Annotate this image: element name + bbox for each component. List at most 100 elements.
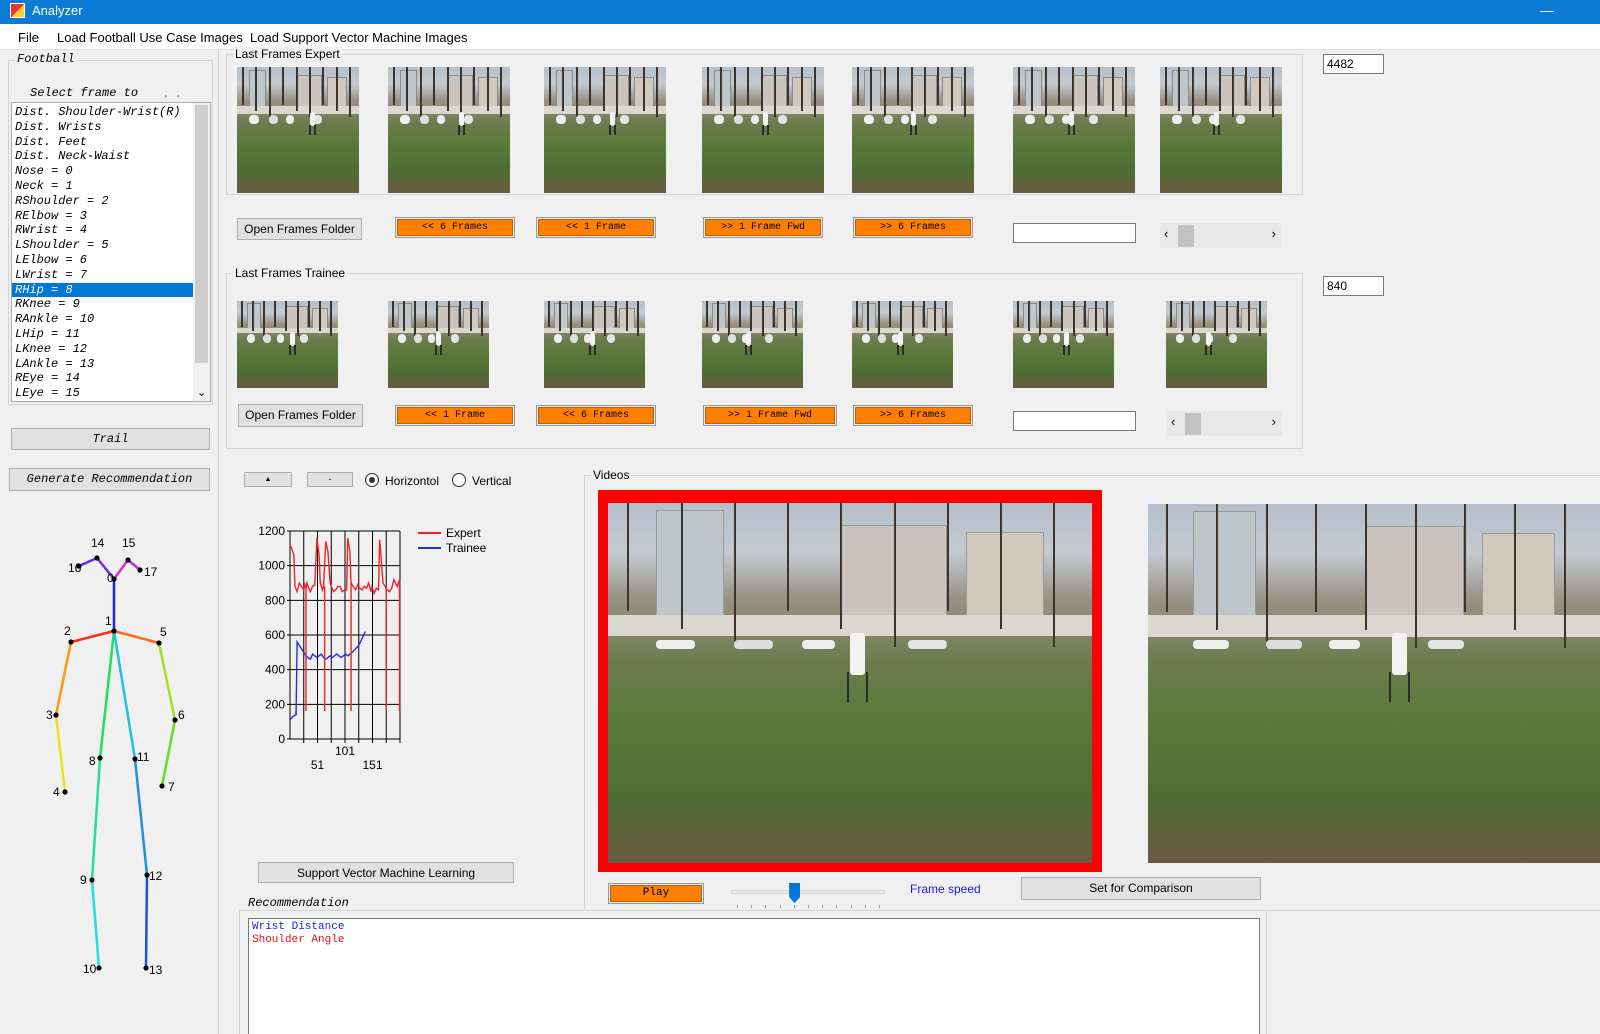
menu-load-football[interactable]: Load Football Use Case Images: [57, 30, 243, 45]
trainee-fwd-1-frame-button[interactable]: >> 1 Frame Fwd: [703, 405, 837, 426]
minimize-button[interactable]: —: [1540, 2, 1554, 18]
expert-input-field[interactable]: [1013, 223, 1136, 243]
frame-speed-slider[interactable]: [731, 879, 885, 909]
expert-frame-thumbnail-7[interactable]: [1160, 67, 1282, 193]
trainee-frame-scrollbar[interactable]: ‹ ›: [1166, 410, 1283, 437]
car: [263, 334, 272, 344]
expert-fwd-6-frames-button[interactable]: >> 6 Frames: [853, 217, 973, 238]
tree: [1071, 67, 1074, 112]
expert-frame-thumbnail-4[interactable]: [702, 67, 824, 193]
player-legs: [1068, 125, 1076, 136]
expert-frame-thumbnail-6[interactable]: [1013, 67, 1135, 193]
radio-vertical[interactable]: [452, 473, 466, 487]
frame-list-item[interactable]: LShoulder = 5: [12, 238, 210, 253]
slider-thumb[interactable]: [789, 883, 801, 903]
frame-list-item[interactable]: LEye = 15: [12, 386, 210, 401]
frame-list-item[interactable]: RHip = 8: [12, 282, 210, 298]
frame-list-item[interactable]: Nose = 0: [12, 164, 210, 179]
recommendation-textbox[interactable]: Wrist Distance Shoulder Angle: [248, 918, 1260, 1034]
trainee-back-6-frames-button[interactable]: << 6 Frames: [536, 405, 656, 426]
expert-frame-count-field[interactable]: 4482: [1323, 54, 1384, 74]
play-button[interactable]: Play: [608, 883, 704, 904]
player-legs: [435, 345, 443, 356]
tree: [870, 67, 873, 112]
frame-list-item[interactable]: LHip = 11: [12, 327, 210, 342]
set-for-comparison-button[interactable]: Set for Comparison: [1021, 877, 1261, 900]
trainee-frame-thumbnail-7[interactable]: [1166, 301, 1267, 388]
expert-back-1-frame-button[interactable]: << 1 Frame: [536, 217, 656, 238]
trainee-open-frames-folder-button[interactable]: Open Frames Folder: [238, 404, 363, 427]
trainee-frame-thumbnail-3[interactable]: [544, 301, 645, 388]
expert-back-6-frames-button[interactable]: << 6 Frames: [395, 217, 515, 238]
car: [927, 114, 938, 124]
expert-frame-thumbnail-1[interactable]: [237, 67, 359, 193]
frame-list-item[interactable]: LWrist = 7: [12, 268, 210, 283]
frame-list-item[interactable]: REye = 14: [12, 371, 210, 386]
trainee-video-frame[interactable]: [1148, 504, 1600, 863]
chart-up-button[interactable]: ▲: [244, 472, 292, 487]
trainee-frame-thumbnail-6[interactable]: [1013, 301, 1114, 388]
frame-list-item[interactable]: Dist. Neck-Waist: [12, 149, 210, 164]
trainee-frame-thumbnail-4[interactable]: [702, 301, 803, 388]
expert-fwd-1-frame-button[interactable]: >> 1 Frame Fwd: [703, 217, 823, 238]
chart-down-button[interactable]: -: [307, 472, 353, 487]
car: [606, 334, 615, 344]
expert-frame-thumbnail-5[interactable]: [852, 67, 974, 193]
svm-learning-button[interactable]: Support Vector Machine Learning: [258, 862, 514, 883]
frame-list-item[interactable]: RShoulder = 2: [12, 194, 210, 209]
frame-list-item[interactable]: RWrist = 4: [12, 223, 210, 238]
expert-scroll-thumb[interactable]: [1178, 225, 1194, 247]
menu-file[interactable]: File: [18, 30, 39, 45]
frame-list-item[interactable]: Dist. Wrists: [12, 120, 210, 135]
joint-1: [111, 628, 117, 634]
expert-frame-thumbnail-3[interactable]: [544, 67, 666, 193]
frame-list-item[interactable]: RElbow = 3: [12, 209, 210, 224]
videos-group-title: Videos: [591, 468, 632, 482]
trainee-back-1-frame-button[interactable]: << 1 Frame: [395, 405, 515, 426]
tree: [923, 67, 926, 118]
frame-list-item[interactable]: Dist. Feet: [12, 135, 210, 150]
car: [1025, 114, 1035, 124]
trainee-frame-thumbnail-1[interactable]: [237, 301, 338, 388]
car: [1328, 640, 1361, 650]
trainee-frame-count-field[interactable]: 840: [1323, 276, 1384, 296]
y-tick-label: 600: [265, 628, 285, 642]
frame-list-item[interactable]: Dist. Shoulder-Wrist(R): [12, 105, 210, 120]
expert-frame-scrollbar[interactable]: ‹ ›: [1159, 222, 1283, 249]
expert-open-frames-folder-button[interactable]: Open Frames Folder: [237, 218, 362, 240]
radio-horizontal[interactable]: [365, 473, 379, 487]
frame-list-item[interactable]: LAnkle = 13: [12, 357, 210, 372]
tree: [1514, 504, 1517, 630]
expert-video-frame[interactable]: [598, 490, 1102, 872]
trail-button[interactable]: Trail: [11, 428, 210, 450]
frame-list-item[interactable]: Neck = 1: [12, 179, 210, 194]
car: [554, 334, 563, 344]
listbox-scroll-thumb[interactable]: [195, 105, 208, 363]
menu-load-svm[interactable]: Load Support Vector Machine Images: [250, 30, 468, 45]
tree: [900, 301, 903, 332]
car: [619, 114, 630, 124]
trainee-frame-thumbnail-2[interactable]: [388, 301, 489, 388]
expert-frame-thumbnail-2[interactable]: [388, 67, 510, 193]
frame-list-item[interactable]: RKnee = 9: [12, 297, 210, 312]
trainee-frame-thumbnail-5[interactable]: [852, 301, 953, 388]
trainee-scroll-thumb[interactable]: [1185, 413, 1201, 435]
frame-list-item[interactable]: LKnee = 12: [12, 342, 210, 357]
chevron-right-icon[interactable]: ›: [1272, 226, 1276, 241]
chevron-right-icon[interactable]: ›: [1272, 414, 1276, 429]
frame-listbox[interactable]: Dist. Shoulder-Wrist(R) Dist. Wrists Dist.…: [11, 102, 211, 402]
tree: [1000, 503, 1003, 629]
slider-tick: [779, 905, 781, 908]
chevron-left-icon[interactable]: ‹: [1164, 226, 1168, 241]
tree: [1205, 67, 1208, 105]
tree: [469, 301, 472, 332]
chevron-down-icon[interactable]: ⌄: [197, 386, 206, 399]
trainee-fwd-6-frames-button[interactable]: >> 6 Frames: [853, 405, 973, 426]
bone-relbow-rwrist: [54, 713, 67, 794]
frame-list-item[interactable]: LElbow = 6: [12, 253, 210, 268]
frame-list-item[interactable]: RAnkle = 10: [12, 312, 210, 327]
trainee-input-field[interactable]: [1013, 411, 1136, 431]
chevron-left-icon[interactable]: ‹: [1171, 414, 1175, 429]
generate-recommendation-button[interactable]: Generate Recommendation: [9, 468, 210, 491]
listbox-scrollbar[interactable]: ⌄: [193, 103, 210, 401]
